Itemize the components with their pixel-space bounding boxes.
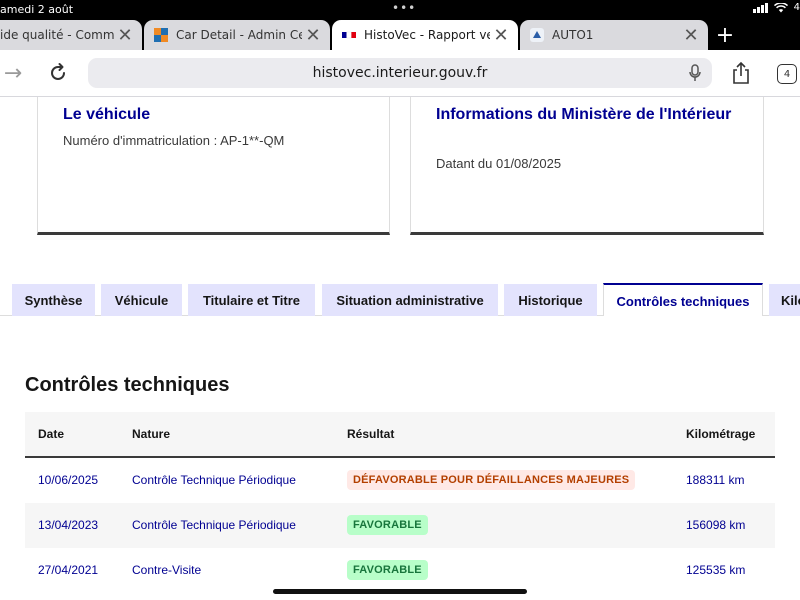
tab-historique[interactable]: Historique [504,284,597,316]
column-header-result: Résultat [347,427,395,441]
tab-titulaire-titre[interactable]: Titulaire et Titre [188,284,315,316]
arrow-right-icon: → [3,60,23,86]
technical-controls-table: Date Nature Résultat Kilométrage 10/06/2… [25,412,775,593]
wifi-icon [773,2,788,12]
status-indicators: 4 [752,2,800,13]
browser-tab-label: Car Detail - Admin Center [176,28,302,42]
close-icon[interactable]: ✕ [680,24,702,46]
browser-chrome: amedi 2 août ••• 4 ide qualité - Comment… [0,0,800,97]
browser-tab-quality-guide[interactable]: ide qualité - Comment ✕ [0,20,142,50]
reload-button[interactable] [44,59,72,87]
browser-tab-label: HistoVec - Rapport vendeur [364,28,490,42]
section-title: Contrôles techniques [25,374,230,396]
status-badge: DÉFAVORABLE POUR DÉFAILLANCES MAJEURES [347,470,636,490]
battery-level: 4 [793,2,800,13]
technical-controls-panel: Contrôles techniques Date Nature Résulta… [0,316,800,600]
table-row: 10/06/2025 Contrôle Technique Périodique… [25,458,775,503]
plus-icon: + [715,22,735,48]
ministry-card-title: Informations du Ministère de l'Intérieur [436,106,732,123]
status-bar: amedi 2 août ••• 4 [0,0,800,20]
status-badge: FAVORABLE [347,515,428,535]
vehicle-card-title: Le véhicule [63,106,151,123]
status-badge: FAVORABLE [347,560,428,580]
row-mileage: 156098 km [686,518,746,532]
data-date: Datant du 01/08/2025 [436,156,562,171]
table-row: 13/04/2023 Contrôle Technique Périodique… [25,503,775,548]
column-header-mileage: Kilométrage [686,427,756,441]
tab-vehicule[interactable]: Véhicule [101,284,182,316]
auto1-logo-icon [530,28,544,42]
forward-button[interactable]: → [2,60,24,86]
tab-overview-button[interactable]: 4 [777,64,797,84]
column-header-date: Date [38,427,65,441]
browser-tab-label: ide qualité - Comment [0,28,114,42]
home-indicator[interactable] [273,589,527,594]
table-row: 27/04/2021 Contre-Visite FAVORABLE 12553… [25,548,775,593]
vehicle-card: Le véhicule Numéro d'immatriculation : A… [37,97,390,235]
close-icon[interactable]: ✕ [490,24,512,46]
row-date: 10/06/2025 [38,473,99,487]
share-icon [733,61,749,84]
row-nature: Contre-Visite [132,563,202,577]
tab-synthese[interactable]: Synthèse [12,284,95,316]
table-header: Date Nature Résultat Kilométrage [25,412,775,458]
signal-icon [752,2,768,13]
row-mileage: 125535 km [686,563,746,577]
browser-tab-histovec[interactable]: HistoVec - Rapport vendeur ✕ [332,20,518,50]
row-date: 27/04/2021 [38,563,99,577]
reload-icon [51,63,65,80]
ministry-card: Informations du Ministère de l'Intérieur… [410,97,764,235]
tab-controles-techniques[interactable]: Contrôles techniques [603,283,763,317]
close-icon[interactable]: ✕ [302,24,324,46]
multitasking-dots-icon[interactable]: ••• [392,1,416,15]
address-toolbar: → histovec.interieur.gouv.fr 4 [0,50,800,97]
microphone-icon[interactable] [688,64,702,82]
registration-number: Numéro d'immatriculation : AP-1**-QM [63,133,285,148]
browser-tab-auto1[interactable]: AUTO1 ✕ [520,20,708,50]
row-nature: Contrôle Technique Périodique [132,473,296,487]
grid-logo-icon [154,28,168,42]
new-tab-button[interactable]: + [712,20,738,50]
url-text: histovec.interieur.gouv.fr [312,65,488,81]
browser-tab-strip: ide qualité - Comment ✕ Car Detail - Adm… [0,20,800,50]
row-nature: Contrôle Technique Périodique [132,518,296,532]
browser-tab-label: AUTO1 [552,28,594,42]
row-date: 13/04/2023 [38,518,99,532]
french-flag-icon [342,31,356,39]
report-section-tabs: Synthèse Véhicule Titulaire et Titre Sit… [0,283,800,317]
close-icon[interactable]: ✕ [114,24,136,46]
tab-kilometrage[interactable]: Kilo [769,284,800,316]
address-bar[interactable]: histovec.interieur.gouv.fr [88,58,712,88]
status-time: amedi 2 août [0,3,74,16]
browser-tab-car-detail[interactable]: Car Detail - Admin Center ✕ [144,20,330,50]
column-header-nature: Nature [132,427,171,441]
tab-situation-administrative[interactable]: Situation administrative [322,284,498,316]
page-content: Le véhicule Numéro d'immatriculation : A… [0,97,800,600]
row-mileage: 188311 km [686,473,745,487]
share-button[interactable] [730,59,752,87]
